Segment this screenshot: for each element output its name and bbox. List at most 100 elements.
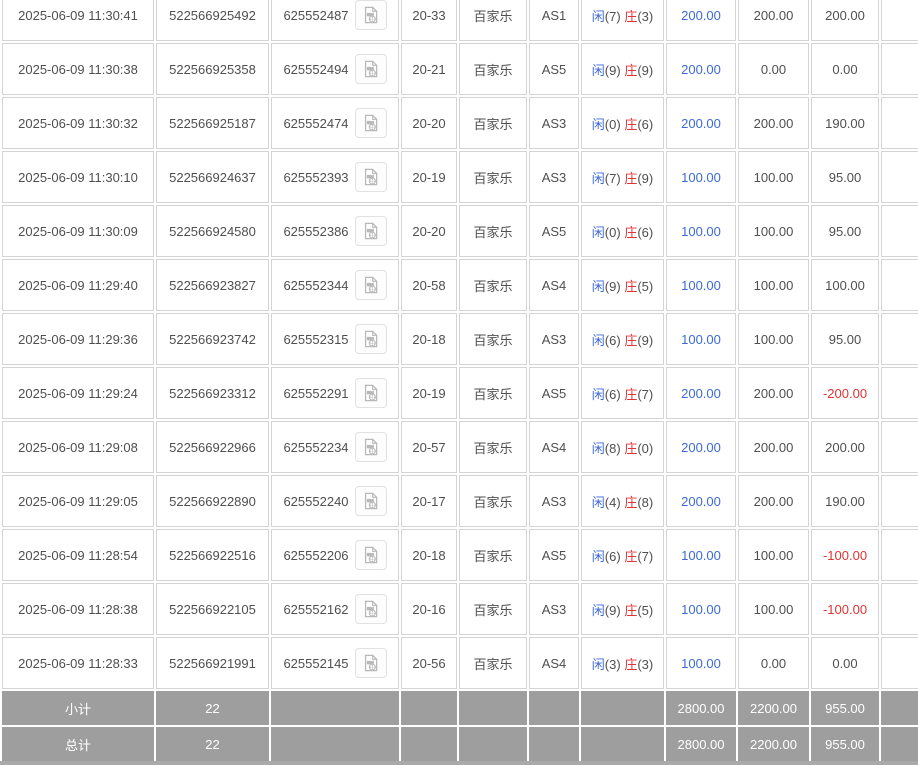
video-replay-button[interactable] bbox=[355, 378, 387, 408]
player-label: 闲 bbox=[592, 279, 605, 294]
player-label: 闲 bbox=[592, 171, 605, 186]
video-replay-button[interactable] bbox=[355, 594, 387, 624]
video-replay-button[interactable] bbox=[355, 162, 387, 192]
winloss-cell: 95.00 bbox=[811, 313, 879, 365]
valid-amount-cell: 100.00 bbox=[738, 259, 809, 311]
banker-label: 庄 bbox=[624, 549, 637, 564]
table-row: 2025-06-09 11:30:09 522566924580 6255523… bbox=[2, 205, 918, 257]
winloss-cell: 200.00 bbox=[811, 0, 879, 41]
table-round-cell: 20-56 bbox=[401, 637, 457, 689]
video-file-icon bbox=[361, 221, 381, 241]
table-round-cell: 20-21 bbox=[401, 43, 457, 95]
footer-empty-cell bbox=[271, 727, 399, 761]
video-replay-button[interactable] bbox=[355, 540, 387, 570]
video-replay-button[interactable] bbox=[355, 108, 387, 138]
game-round-cell: 625552234 bbox=[271, 421, 399, 473]
winloss-cell: 0.00 bbox=[811, 43, 879, 95]
game-round-cell: 625552315 bbox=[271, 313, 399, 365]
footer-empty-cell bbox=[529, 727, 579, 761]
player-points: (9) bbox=[605, 603, 621, 618]
footer-empty-cell bbox=[881, 691, 918, 725]
seat-cell: AS5 bbox=[529, 367, 579, 419]
player-points: (3) bbox=[605, 657, 621, 672]
seat-cell: AS4 bbox=[529, 259, 579, 311]
game-name-cell: 百家乐 bbox=[459, 421, 527, 473]
bet-id-cell: 522566922105 bbox=[156, 583, 269, 635]
game-name-cell: 百家乐 bbox=[459, 529, 527, 581]
video-file-icon bbox=[361, 545, 381, 565]
bet-amount-cell: 200.00 bbox=[666, 0, 736, 41]
winloss-cell: -100.00 bbox=[811, 583, 879, 635]
banker-label: 庄 bbox=[624, 63, 637, 78]
bet-amount-cell: 100.00 bbox=[666, 205, 736, 257]
table-row: 2025-06-09 11:28:54 522566922516 6255522… bbox=[2, 529, 918, 581]
video-replay-button[interactable] bbox=[355, 432, 387, 462]
player-points: (6) bbox=[605, 549, 621, 564]
empty-cell bbox=[881, 313, 918, 365]
banker-points: (7) bbox=[637, 549, 653, 564]
empty-cell bbox=[881, 367, 918, 419]
table-row: 2025-06-09 11:30:32 522566925187 6255524… bbox=[2, 97, 918, 149]
video-replay-button[interactable] bbox=[355, 324, 387, 354]
result-cell: 闲(9) 庄(5) bbox=[581, 259, 664, 311]
video-replay-button[interactable] bbox=[355, 54, 387, 84]
bet-amount-cell: 100.00 bbox=[666, 637, 736, 689]
bet-time-cell: 2025-06-09 11:29:05 bbox=[2, 475, 154, 527]
bet-time-cell: 2025-06-09 11:29:08 bbox=[2, 421, 154, 473]
bet-time-cell: 2025-06-09 11:30:41 bbox=[2, 0, 154, 41]
empty-cell bbox=[881, 475, 918, 527]
table-round-cell: 20-18 bbox=[401, 313, 457, 365]
table-round-cell: 20-20 bbox=[401, 205, 457, 257]
video-file-icon bbox=[361, 5, 381, 25]
banker-label: 庄 bbox=[624, 387, 637, 402]
video-file-icon bbox=[361, 599, 381, 619]
bet-time-cell: 2025-06-09 11:30:38 bbox=[2, 43, 154, 95]
valid-amount-cell: 200.00 bbox=[738, 475, 809, 527]
result-cell: 闲(4) 庄(8) bbox=[581, 475, 664, 527]
game-round-cell: 625552344 bbox=[271, 259, 399, 311]
valid-amount-cell: 100.00 bbox=[738, 529, 809, 581]
valid-amount-cell: 200.00 bbox=[738, 97, 809, 149]
footer-empty-cell bbox=[271, 691, 399, 725]
table-row: 2025-06-09 11:28:33 522566921991 6255521… bbox=[2, 637, 918, 689]
bet-time-cell: 2025-06-09 11:30:32 bbox=[2, 97, 154, 149]
bet-time-cell: 2025-06-09 11:29:24 bbox=[2, 367, 154, 419]
bet-time-cell: 2025-06-09 11:30:09 bbox=[2, 205, 154, 257]
footer-empty-cell bbox=[401, 727, 457, 761]
valid-amount-cell: 200.00 bbox=[738, 421, 809, 473]
video-replay-button[interactable] bbox=[355, 216, 387, 246]
video-replay-button[interactable] bbox=[355, 486, 387, 516]
table-round-cell: 20-58 bbox=[401, 259, 457, 311]
video-replay-button[interactable] bbox=[355, 270, 387, 300]
footer-empty-cell bbox=[401, 691, 457, 725]
bet-time-cell: 2025-06-09 11:28:54 bbox=[2, 529, 154, 581]
video-replay-button[interactable] bbox=[355, 648, 387, 678]
game-name-cell: 百家乐 bbox=[459, 97, 527, 149]
bet-records-table: 2025-06-09 11:30:41 522566925492 6255524… bbox=[0, 0, 918, 763]
player-label: 闲 bbox=[592, 333, 605, 348]
video-file-icon bbox=[361, 59, 381, 79]
banker-label: 庄 bbox=[624, 117, 637, 132]
horizontal-scrollbar[interactable] bbox=[0, 761, 918, 765]
footer-empty-cell bbox=[529, 691, 579, 725]
seat-cell: AS3 bbox=[529, 475, 579, 527]
winloss-cell: 190.00 bbox=[811, 97, 879, 149]
seat-cell: AS5 bbox=[529, 205, 579, 257]
winloss-cell: 0.00 bbox=[811, 637, 879, 689]
table-row: 2025-06-09 11:29:08 522566922966 6255522… bbox=[2, 421, 918, 473]
total-valid: 2200.00 bbox=[738, 727, 809, 761]
video-file-icon bbox=[361, 491, 381, 511]
video-replay-button[interactable] bbox=[355, 0, 387, 30]
table-row: 2025-06-09 11:30:38 522566925358 6255524… bbox=[2, 43, 918, 95]
table-round-cell: 20-57 bbox=[401, 421, 457, 473]
player-label: 闲 bbox=[592, 387, 605, 402]
game-round-cell: 625552487 bbox=[271, 0, 399, 41]
result-cell: 闲(9) 庄(9) bbox=[581, 43, 664, 95]
banker-label: 庄 bbox=[624, 333, 637, 348]
game-name-cell: 百家乐 bbox=[459, 313, 527, 365]
bet-id-cell: 522566923742 bbox=[156, 313, 269, 365]
video-file-icon bbox=[361, 383, 381, 403]
game-round-cell: 625552393 bbox=[271, 151, 399, 203]
video-file-icon bbox=[361, 653, 381, 673]
winloss-cell: -200.00 bbox=[811, 367, 879, 419]
